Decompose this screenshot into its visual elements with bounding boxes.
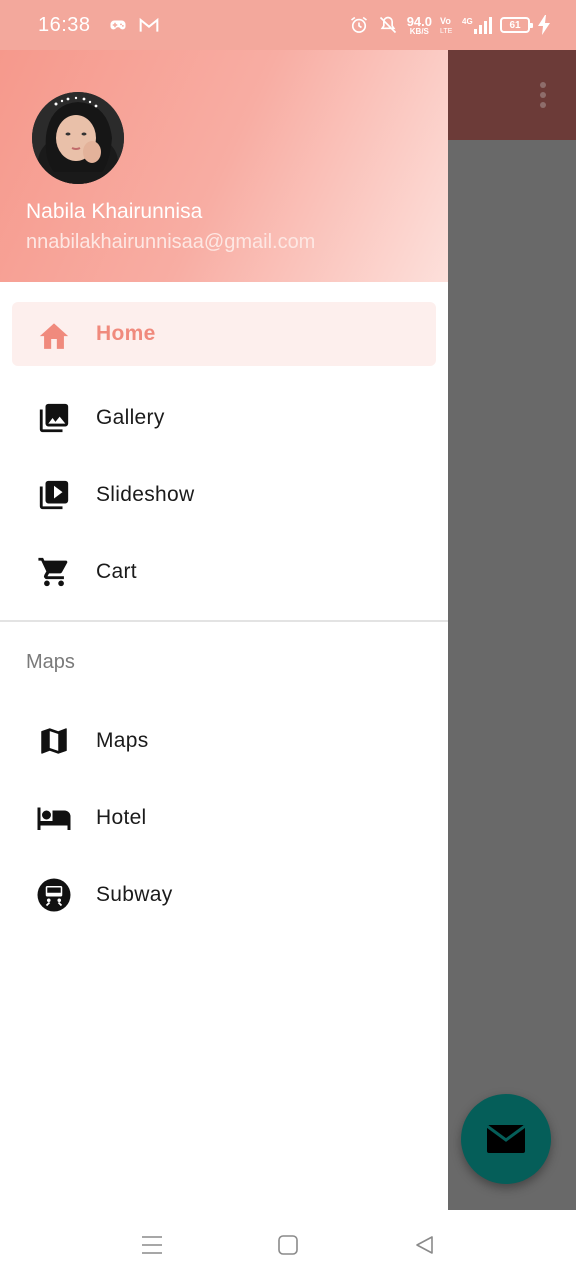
slideshow-icon <box>36 477 72 513</box>
volte-icon: Vo LTE <box>440 16 453 35</box>
square-icon <box>278 1235 298 1255</box>
user-email: nnabilakhairunnisaa@gmail.com <box>26 231 316 253</box>
svg-text:LTE: LTE <box>440 28 453 35</box>
menu-item-label: Home <box>96 322 156 345</box>
menu-item-hotel[interactable]: Hotel <box>12 779 436 856</box>
net-speed: 94.0 KB/S <box>406 13 432 36</box>
status-time: 16:38 <box>38 13 91 36</box>
battery-icon: 61 <box>500 17 533 33</box>
cart-icon <box>36 554 72 590</box>
menu-item-label: Hotel <box>96 805 147 829</box>
signal-4g-icon: 4G <box>462 17 492 34</box>
map-icon <box>36 723 72 759</box>
menu-item-home[interactable]: Home <box>12 302 436 366</box>
menu-item-cart[interactable]: Cart <box>12 533 436 610</box>
drawer-menu: Home Gallery Slideshow Cart Maps Maps Ho… <box>0 282 448 933</box>
app-toolbar <box>448 50 576 140</box>
back-triangle-icon <box>416 1236 433 1254</box>
drawer-header: Nabila Khairunnisa nnabilakhairunnisaa@g… <box>0 50 448 282</box>
recents-button[interactable] <box>139 1232 165 1258</box>
mail-icon <box>486 1124 526 1153</box>
section-title: Maps <box>26 650 75 673</box>
svg-text:Vo: Vo <box>440 16 451 26</box>
svg-text:4G: 4G <box>462 17 473 26</box>
hotel-icon <box>36 800 72 836</box>
menu-lines-icon <box>142 1236 162 1254</box>
menu-item-gallery[interactable]: Gallery <box>12 379 436 456</box>
system-nav-bar <box>0 1210 576 1280</box>
game-icon <box>110 20 126 30</box>
more-vert-icon[interactable] <box>540 82 546 108</box>
gmail-icon <box>139 17 158 32</box>
drawer-scrim[interactable] <box>448 140 576 1210</box>
mute-icon <box>379 16 396 34</box>
menu-item-label: Cart <box>96 559 137 583</box>
status-bar: 16:38 94.0 KB/S Vo LTE 4G 61 <box>0 0 576 50</box>
home-button[interactable] <box>275 1232 301 1258</box>
menu-item-slideshow[interactable]: Slideshow <box>12 456 436 533</box>
status-right: 94.0 KB/S Vo LTE 4G 61 <box>349 15 550 36</box>
avatar[interactable] <box>32 92 124 184</box>
user-name: Nabila Khairunnisa <box>26 200 203 223</box>
email-fab-button[interactable] <box>461 1094 551 1184</box>
menu-item-label: Maps <box>96 728 149 752</box>
subway-icon <box>36 877 72 913</box>
menu-item-subway[interactable]: Subway <box>12 856 436 933</box>
charging-icon <box>538 15 550 35</box>
menu-item-label: Slideshow <box>96 482 195 506</box>
back-button[interactable] <box>411 1232 437 1258</box>
navigation-drawer: Nabila Khairunnisa nnabilakhairunnisaa@g… <box>0 50 448 1210</box>
home-icon <box>36 316 72 352</box>
notification-icons <box>109 16 159 34</box>
menu-item-maps[interactable]: Maps <box>12 702 436 779</box>
menu-item-label: Gallery <box>96 405 165 429</box>
gallery-icon <box>36 400 72 436</box>
menu-item-label: Subway <box>96 882 173 906</box>
alarm-icon <box>350 16 367 33</box>
